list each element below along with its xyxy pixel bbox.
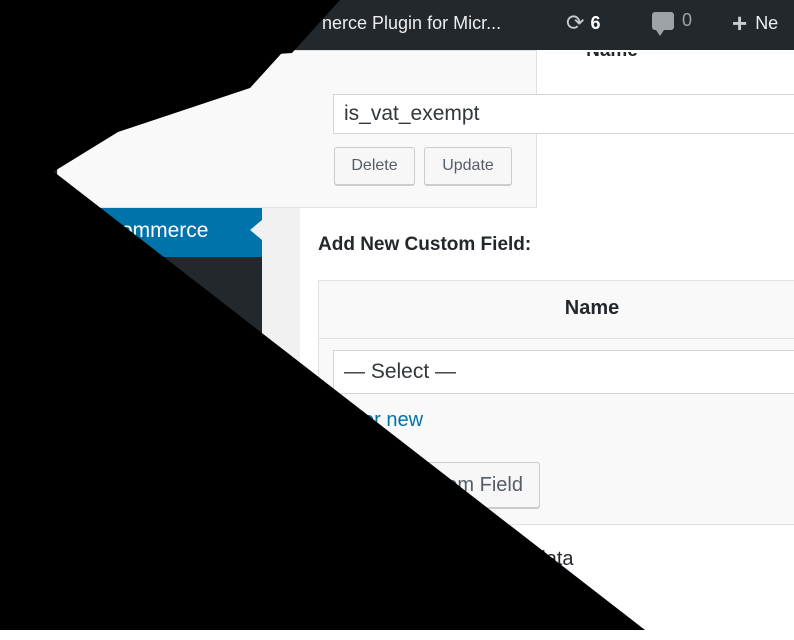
updates-link[interactable]: ⟳ 6 <box>566 10 600 36</box>
add-custom-field-button[interactable]: ustom Field <box>340 462 540 508</box>
comment-bubble-icon <box>652 11 674 36</box>
site-title-link[interactable]: nerce Plugin for Micr... <box>322 13 501 34</box>
admin-bar: nerce Plugin for Micr... ⟳ 6 0 + Ne <box>262 0 794 50</box>
notification-badge: 3 <box>107 282 131 306</box>
add-new-heading: Add New Custom Field: <box>318 234 532 255</box>
sidebar-item-label: WooCommerce <box>63 219 209 242</box>
delete-button[interactable]: Delete <box>334 147 415 185</box>
update-button[interactable]: Update <box>424 147 512 185</box>
new-label: Ne <box>755 12 779 33</box>
comments-count: 0 <box>682 10 693 30</box>
updates-count: 6 <box>590 12 601 33</box>
woocommerce-logo-icon: Woo <box>18 218 48 245</box>
comments-link[interactable]: 0 <box>652 10 693 36</box>
field-name-select[interactable]: — Select — <box>333 350 794 394</box>
column-header-name: Name <box>564 297 620 319</box>
sidebar-item-woocommerce[interactable]: Woo WooCommerce <box>0 203 262 257</box>
plus-icon: + <box>732 8 748 38</box>
new-content-link[interactable]: + Ne <box>732 10 778 36</box>
refresh-icon: ⟳ <box>566 10 585 35</box>
field-key-input[interactable]: is_vat_exempt <box>333 94 794 134</box>
enter-new-link[interactable]: Enter new <box>333 409 423 432</box>
active-arrow-icon <box>250 220 262 240</box>
custom-fields-description: used to add extra metadata <box>330 548 574 570</box>
